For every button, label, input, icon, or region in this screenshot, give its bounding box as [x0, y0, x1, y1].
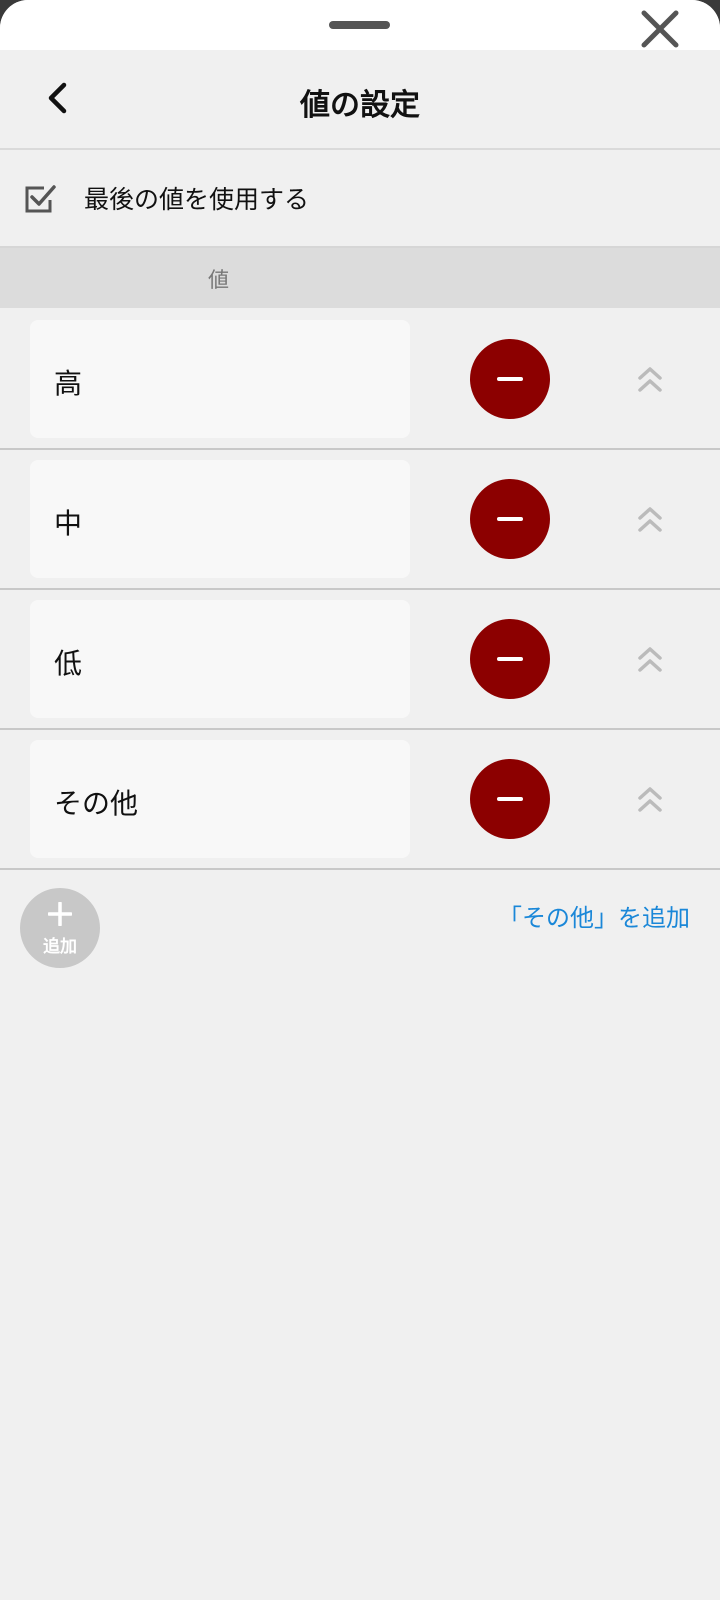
remove-button[interactable]	[470, 479, 550, 559]
use-last-value-label: 最後の値を使用する	[84, 185, 310, 214]
value-input[interactable]: 高	[30, 320, 410, 438]
column-header-label: 値	[208, 268, 229, 292]
plus-icon	[48, 902, 72, 926]
add-other-link[interactable]: 「その他」を追加	[498, 898, 690, 933]
move-up-icon[interactable]	[632, 642, 668, 678]
value-text: 低	[54, 647, 83, 680]
value-text: その他	[54, 787, 139, 820]
close-icon	[641, 10, 679, 48]
minus-icon	[497, 377, 523, 381]
sheet-handle-bar	[0, 0, 720, 50]
column-header: 値	[0, 248, 720, 308]
value-text: 高	[54, 367, 83, 400]
value-row: 低	[0, 590, 720, 730]
remove-button[interactable]	[470, 759, 550, 839]
use-last-value-option[interactable]: 最後の値を使用する	[0, 150, 720, 248]
minus-icon	[497, 517, 523, 521]
bottom-sheet: 値の設定 最後の値を使用する 値 高 中 低 その他 追加 「その他」を追加	[0, 0, 720, 1600]
value-row: 中	[0, 450, 720, 590]
checkbox-checked-icon[interactable]	[22, 180, 58, 216]
drag-handle[interactable]	[329, 21, 390, 29]
value-row: その他	[0, 730, 720, 870]
add-button-label: 追加	[43, 937, 77, 957]
add-value-button[interactable]: 追加	[20, 888, 100, 968]
move-up-icon[interactable]	[632, 362, 668, 398]
value-row: 高	[0, 310, 720, 450]
page-title: 値の設定	[300, 88, 420, 123]
value-input[interactable]: その他	[30, 740, 410, 858]
navigation-bar: 値の設定	[0, 50, 720, 150]
minus-icon	[497, 657, 523, 661]
value-input[interactable]: 中	[30, 460, 410, 578]
value-input[interactable]: 低	[30, 600, 410, 718]
minus-icon	[497, 797, 523, 801]
remove-button[interactable]	[470, 619, 550, 699]
close-button[interactable]	[634, 6, 686, 52]
remove-button[interactable]	[470, 339, 550, 419]
move-up-icon[interactable]	[632, 502, 668, 538]
move-up-icon[interactable]	[632, 782, 668, 818]
value-text: 中	[54, 507, 83, 540]
